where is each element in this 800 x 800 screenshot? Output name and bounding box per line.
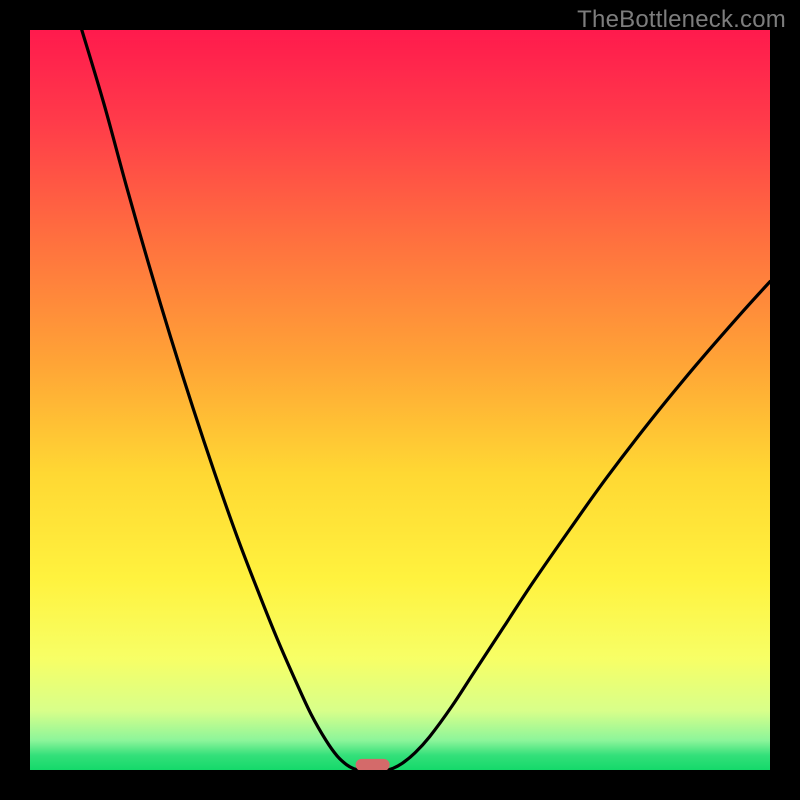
- chart-frame: TheBottleneck.com: [0, 0, 800, 800]
- chart-svg: [30, 30, 770, 770]
- gradient-background: [30, 30, 770, 770]
- watermark-text: TheBottleneck.com: [577, 6, 786, 34]
- indicator-marker: [356, 759, 390, 770]
- plot-area: [30, 30, 770, 770]
